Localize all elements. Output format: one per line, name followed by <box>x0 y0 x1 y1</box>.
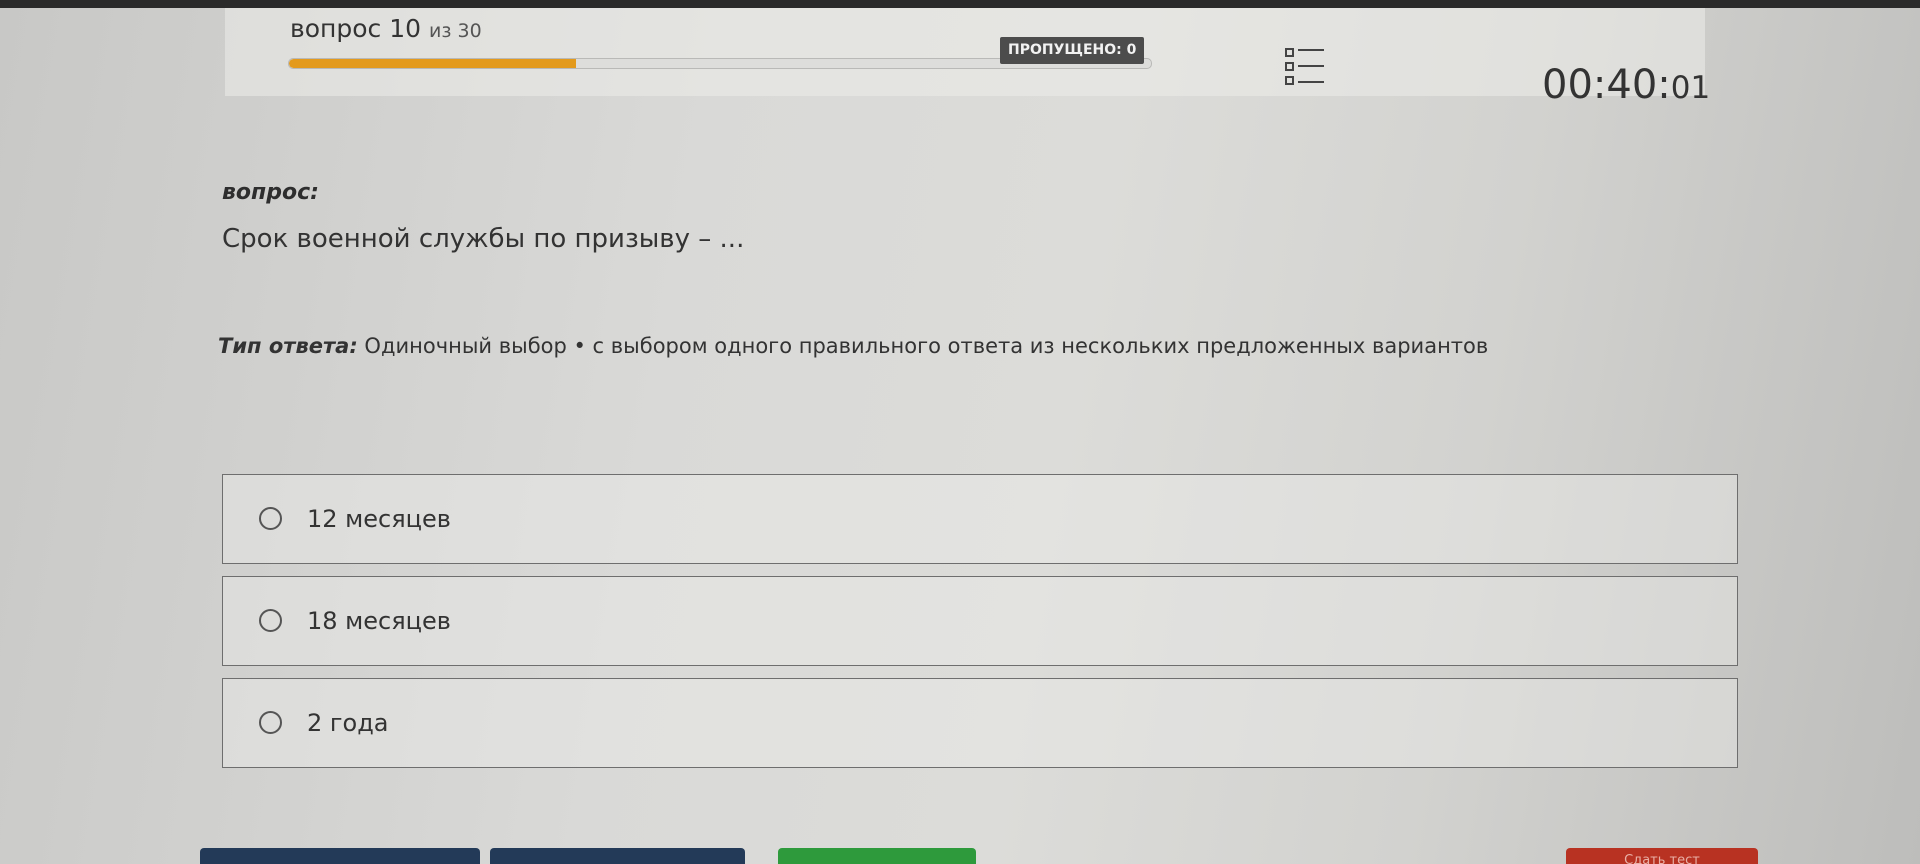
radio-icon[interactable] <box>259 711 282 734</box>
answer-type-label: Тип ответа: <box>218 334 358 358</box>
submit-test-button[interactable]: Сдать тест <box>1566 848 1758 864</box>
nav-button-1[interactable] <box>200 848 480 864</box>
timer: 00:40:01 <box>1542 62 1710 108</box>
question-counter: вопрос 10 из 30 <box>290 14 482 43</box>
radio-icon[interactable] <box>259 507 282 530</box>
nav-button-2[interactable] <box>490 848 745 864</box>
question-number: 10 <box>389 14 422 43</box>
question-total: из 30 <box>429 20 482 42</box>
skipped-badge[interactable]: ПРОПУЩЕНО: 0 <box>1000 37 1145 64</box>
question-word: вопрос <box>290 14 382 43</box>
question-list-icon[interactable] <box>1284 46 1326 88</box>
answer-type-value: Одиночный выбор • с выбором одного прави… <box>364 334 1489 358</box>
answer-option-3[interactable]: 2 года <box>222 678 1738 768</box>
timer-seconds: 01 <box>1670 70 1711 106</box>
radio-icon[interactable] <box>259 609 282 632</box>
answer-option-text: 18 месяцев <box>307 607 451 635</box>
question-label: вопрос: <box>222 180 319 205</box>
answer-type: Тип ответа: Одиночный выбор • с выбором … <box>218 334 1488 358</box>
progress-fill <box>289 59 577 68</box>
question-text: Срок военной службы по призыву – ... <box>222 224 745 254</box>
answer-option-text: 12 месяцев <box>307 505 451 533</box>
answer-option-text: 2 года <box>307 709 389 737</box>
window-top-edge <box>0 0 1920 8</box>
answer-option-2[interactable]: 18 месяцев <box>222 576 1738 666</box>
answer-option-1[interactable]: 12 месяцев <box>222 474 1738 564</box>
timer-main: 00:40: <box>1542 62 1671 108</box>
green-action-button[interactable] <box>778 848 976 864</box>
